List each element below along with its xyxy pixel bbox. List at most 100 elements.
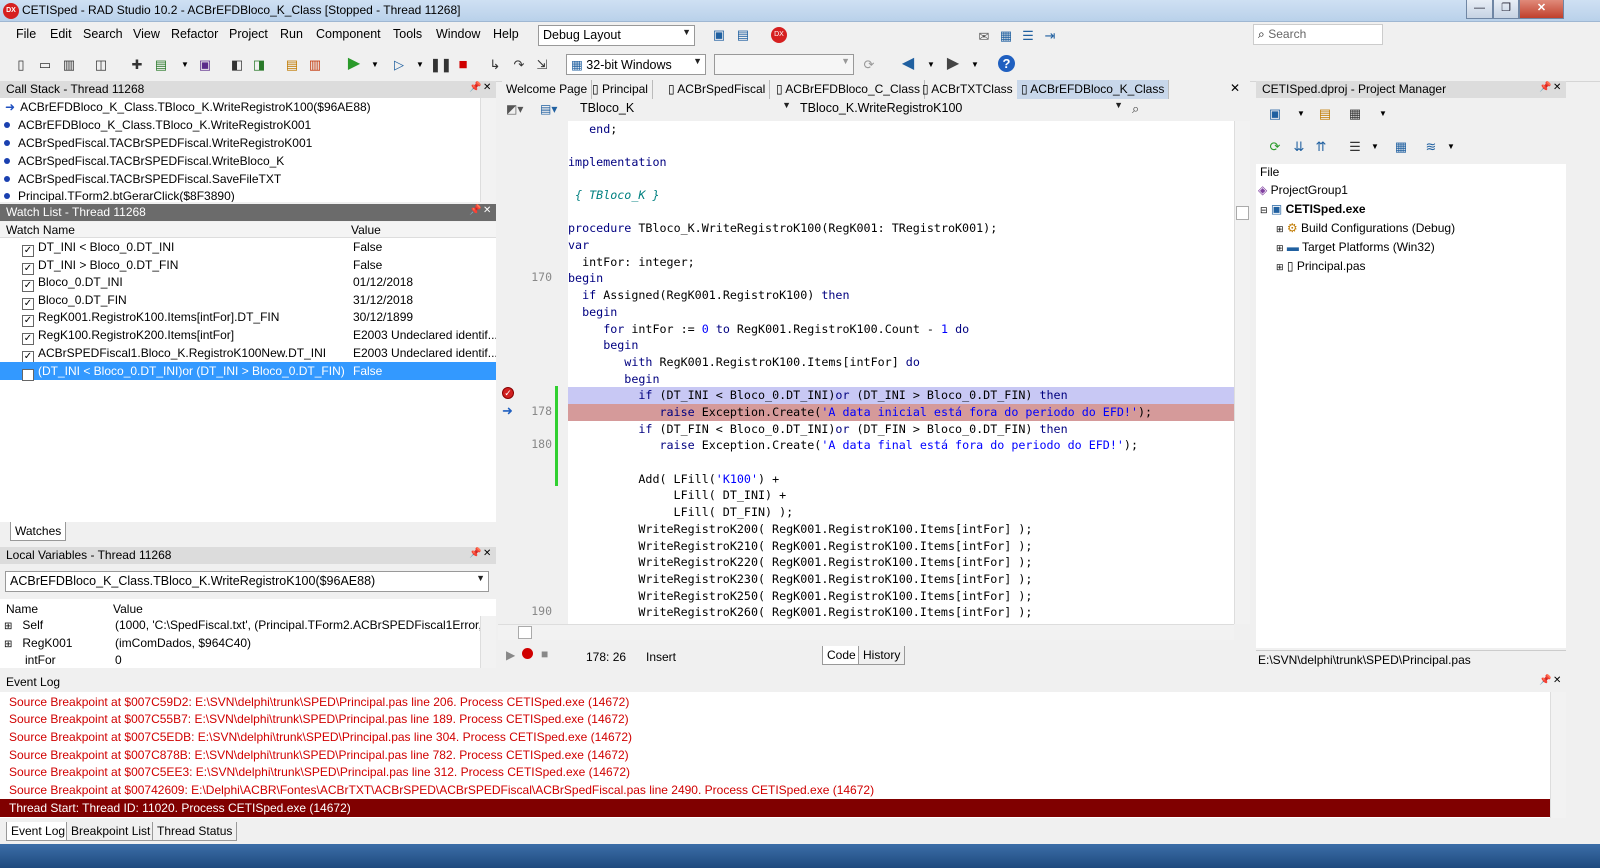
pause-icon[interactable]: ❚❚ — [430, 56, 452, 74]
expand-all-icon[interactable]: ⇊ — [1290, 138, 1308, 156]
run-without-debug-icon[interactable]: ▷ — [390, 56, 408, 74]
config-combo[interactable]: ▼ — [714, 54, 854, 75]
breakpoint-check-icon[interactable]: ✓ — [502, 387, 514, 399]
event-log-entry[interactable]: Source Breakpoint at $007C59D2: E:\SVN\d… — [9, 693, 629, 711]
view-unit-icon[interactable]: ◧ — [228, 56, 246, 74]
editor-vscrollbar[interactable] — [1234, 121, 1250, 624]
event-log-entry[interactable]: Source Breakpoint at $007C55B7: E:\SVN\d… — [9, 710, 629, 728]
search-icon[interactable]: ⌕ — [1132, 101, 1139, 117]
layout-switch-icon[interactable]: ▤ — [734, 26, 752, 44]
code-editor[interactable]: end; implementation { TBloco_K } procedu… — [568, 121, 1234, 624]
watch-row[interactable]: ✓ DT_INI > Bloco_0.DT_FIN False — [0, 256, 496, 275]
forward-arrow-icon[interactable]: ▶ — [944, 55, 962, 73]
scroll-thumb[interactable] — [518, 626, 532, 639]
watch-row[interactable]: ✓ DT_INI < Bloco_0.DT_INI False — [0, 238, 496, 257]
expand-icon[interactable]: ⊞ — [1276, 243, 1284, 253]
collapse-icon[interactable]: ⊟ — [1260, 205, 1268, 215]
expand-icon[interactable]: ⊞ — [4, 621, 12, 632]
tab-welcome-page[interactable]: Welcome Page — [502, 80, 593, 99]
tab-code[interactable]: Code — [822, 646, 861, 665]
checkbox-checked-icon[interactable]: ✓ — [22, 369, 34, 381]
event-log-scrollbar[interactable] — [1550, 692, 1566, 818]
nav-icon[interactable]: ▤▾ — [540, 102, 557, 116]
run-icon[interactable]: ▶ — [345, 55, 363, 73]
menu-project[interactable]: Project — [229, 27, 268, 41]
watch-row[interactable]: ✓ RegK001.RegistroK100.Items[intFor].DT_F… — [0, 308, 496, 327]
local-var-row[interactable]: ⊞ RegK001 (imComDados, $964C40) — [0, 634, 480, 652]
remove-file-icon[interactable]: ▥ — [306, 56, 324, 74]
step-over-icon[interactable]: ↷ — [510, 56, 528, 74]
close-icon[interactable]: ✕ — [483, 205, 491, 216]
stop-macro-icon[interactable]: ■ — [541, 647, 548, 661]
open-project-icon[interactable]: ▤ — [152, 56, 170, 74]
local-var-row[interactable]: intFor 0 — [0, 651, 480, 668]
watch-row[interactable]: ✓ Bloco_0.DT_FIN 31/12/2018 — [0, 291, 496, 310]
frame-combo[interactable]: ACBrEFDBloco_K_Class.TBloco_K.WriteRegis… — [5, 571, 489, 592]
scroll-thumb[interactable] — [1236, 206, 1249, 220]
tab-thread-status[interactable]: Thread Status — [152, 822, 238, 841]
menu-view[interactable]: View — [133, 27, 160, 41]
menu-window[interactable]: Window — [436, 27, 480, 41]
embarcadero-icon[interactable]: DX — [771, 27, 787, 43]
tab-watches[interactable]: Watches — [10, 522, 67, 541]
menu-refactor[interactable]: Refactor — [171, 27, 218, 41]
deploy-icon[interactable]: ≋ — [1422, 138, 1440, 156]
chevron-down-icon[interactable]: ▼ — [411, 56, 429, 74]
save-icon[interactable]: ▣ — [196, 56, 214, 74]
new-item-icon[interactable]: ✚ — [128, 56, 146, 74]
open-icon[interactable]: ▭ — [36, 56, 54, 74]
sync-icon[interactable]: ⟳ — [1266, 138, 1284, 156]
menu-edit[interactable]: Edit — [50, 27, 72, 41]
pin-icon[interactable]: 📌 — [469, 205, 481, 216]
expand-icon[interactable]: ⊞ — [4, 639, 12, 650]
class-combo[interactable]: TBloco_K ▼ — [576, 99, 794, 120]
close-icon[interactable]: ✕ — [483, 548, 491, 559]
tab-event-log[interactable]: Event Log — [6, 822, 71, 841]
platform-combo[interactable]: ▦ 32-bit Windows ▼ — [566, 54, 706, 75]
activate-icon[interactable]: ▣ — [1266, 105, 1284, 123]
menu-file[interactable]: File — [16, 27, 36, 41]
tab-acbrtxtclass[interactable]: ▯ ACBrTXTClass — [918, 80, 1018, 99]
call-stack-scrollbar[interactable] — [480, 98, 496, 202]
stop-icon[interactable]: ■ — [454, 56, 472, 74]
reopen-icon[interactable]: ▥ — [60, 56, 78, 74]
event-log-selected-entry[interactable]: Thread Start: Thread ID: 11020. Process … — [0, 799, 1550, 817]
menu-run[interactable]: Run — [280, 27, 303, 41]
close-icon[interactable]: ✕ — [1553, 82, 1561, 93]
mail-icon[interactable]: ✉ — [975, 28, 993, 46]
export-icon[interactable]: ⇥ — [1041, 27, 1059, 45]
call-stack-item[interactable]: ACBrSpedFiscal.TACBrSPEDFiscal.WriteRegi… — [0, 134, 312, 152]
watch-row[interactable]: ✓ RegK100.RegistroK200.Items[intFor] E2003… — [0, 326, 496, 345]
call-stack-item[interactable]: Principal.TForm2.btGerarClick($8F3890) — [0, 187, 235, 202]
search-input[interactable]: ⌕ Search — [1253, 24, 1383, 45]
calendar-icon[interactable]: ▦ — [997, 27, 1015, 45]
nav-icon[interactable]: ◩▾ — [506, 102, 523, 116]
event-log-entry[interactable]: Source Breakpoint at $007C5EE3: E:\SVN\d… — [9, 763, 630, 781]
run-to-cursor-icon[interactable]: ⇲ — [533, 56, 551, 74]
menu-help[interactable]: Help — [493, 27, 519, 41]
call-stack-item[interactable]: ACBrSpedFiscal.TACBrSPEDFiscal.SaveFileT… — [0, 170, 281, 188]
layout-save-icon[interactable]: ▣ — [710, 26, 728, 44]
new-file-icon[interactable]: ▯ — [12, 56, 30, 74]
record-macro-icon[interactable] — [522, 648, 533, 659]
call-stack-item[interactable]: ➜ ACBrEFDBloco_K_Class.TBloco_K.WriteRegi… — [0, 98, 371, 116]
local-var-row[interactable]: ⊞ Self (1000, 'C:\SpedFiscal.txt', (Princi… — [0, 616, 496, 634]
col-watch-value[interactable]: Value — [351, 223, 381, 237]
col-name[interactable]: Name — [6, 602, 38, 616]
chevron-down-icon[interactable]: ▼ — [1366, 138, 1384, 156]
menu-search[interactable]: Search — [83, 27, 123, 41]
add-file-icon[interactable]: ▤ — [283, 56, 301, 74]
chevron-down-icon[interactable]: ▼ — [176, 56, 194, 74]
device-refresh-icon[interactable]: ⟳ — [860, 56, 878, 74]
chevron-down-icon[interactable]: ▼ — [1442, 138, 1460, 156]
chevron-down-icon[interactable]: ▼ — [1292, 105, 1310, 123]
expand-icon[interactable]: ⊞ — [1276, 224, 1284, 234]
chevron-down-icon[interactable]: ▼ — [966, 56, 984, 74]
close-tab-icon[interactable]: ✕ — [1230, 81, 1240, 95]
event-log-entry[interactable]: Source Breakpoint at $00742609: E:\Delph… — [9, 781, 874, 799]
tab-acbrefdbloco-k[interactable]: ▯ ACBrEFDBloco_K_Class — [1017, 80, 1170, 99]
watch-row-selected[interactable]: ✓ (DT_INI < Bloco_0.DT_INI)or (DT_INI > B… — [0, 362, 496, 381]
chevron-down-icon[interactable]: ▼ — [366, 56, 384, 74]
save-all-icon[interactable]: ◫ — [92, 56, 110, 74]
event-log-entry[interactable]: Source Breakpoint at $007C878B: E:\SVN\d… — [9, 746, 629, 764]
